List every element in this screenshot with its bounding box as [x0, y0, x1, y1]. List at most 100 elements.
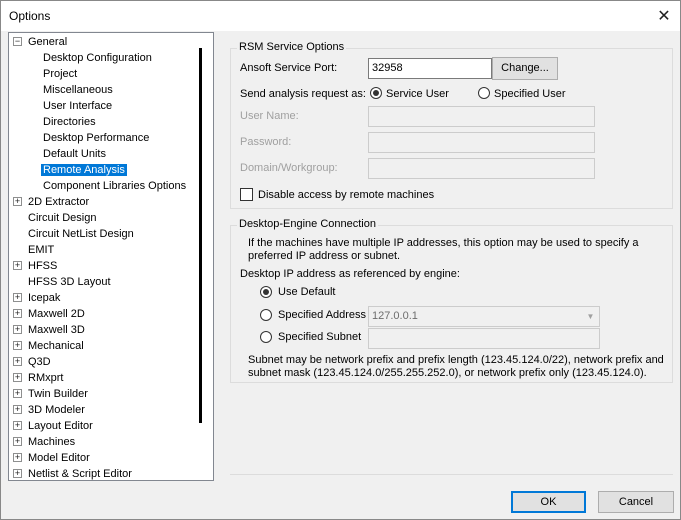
chevron-down-icon[interactable]: ▼ [582, 307, 599, 326]
tree-item-label: 3D Modeler [28, 404, 85, 416]
title-bar: Options ✕ [1, 1, 680, 31]
tree-item-label: Miscellaneous [43, 84, 113, 96]
options-tree[interactable]: + Netlist & Script Editor + Model Editor + Ma… [8, 32, 214, 481]
rsm-group-title: RSM Service Options [237, 41, 347, 53]
cancel-button[interactable]: Cancel [598, 491, 674, 513]
service-port-field[interactable]: 32958 [368, 58, 492, 79]
tree-item-label: Circuit NetList Design [28, 228, 134, 240]
tree-item[interactable]: + Netlist & Script Editor [13, 466, 134, 480]
service-user-radio[interactable] [370, 87, 382, 99]
specified-subnet-radio[interactable] [260, 331, 272, 343]
tree-item[interactable]: Circuit Design [26, 210, 98, 226]
tree-item[interactable]: +2D Extractor [13, 194, 91, 210]
password-field[interactable] [368, 132, 595, 153]
tree-item-label: Mechanical [28, 340, 84, 352]
tree-item-label: Netlist & Script Editor [28, 468, 132, 480]
specified-address-combo[interactable]: 127.0.0.1 ▼ [368, 306, 600, 327]
tree-item[interactable]: + Machines [13, 434, 77, 450]
expand-icon[interactable]: + [13, 261, 22, 270]
ip-address-label: Desktop IP address as referenced by engi… [240, 268, 460, 280]
user-name-field[interactable] [368, 106, 595, 127]
tree-scrollbar[interactable] [196, 33, 213, 480]
tree-item[interactable]: − General [13, 34, 69, 50]
specified-address-label[interactable]: Specified Address [278, 309, 366, 321]
tree-item-label: Desktop Configuration [43, 52, 152, 64]
window-title: Options [9, 9, 51, 23]
tree-item[interactable]: + Mechanical [13, 338, 86, 354]
specified-user-label[interactable]: Specified User [494, 88, 566, 100]
expand-icon[interactable]: + [13, 197, 22, 206]
specified-user-radio[interactable] [478, 87, 490, 99]
change-button[interactable]: Change... [492, 57, 558, 80]
close-icon: ✕ [657, 8, 671, 25]
tree-item-label: Default Units [43, 148, 106, 160]
expand-icon[interactable]: + [13, 421, 22, 430]
tree-item[interactable]: + Model Editor [13, 450, 92, 466]
disable-remote-label[interactable]: Disable access by remote machines [258, 189, 434, 201]
tree-item-label: Twin Builder [28, 388, 88, 400]
ok-button[interactable]: OK [511, 491, 586, 513]
expand-icon[interactable]: + [13, 405, 22, 414]
tree-item[interactable]: HFSS 3D Layout [26, 274, 113, 290]
tree-item[interactable]: EMIT [26, 242, 56, 258]
expand-icon[interactable]: + [13, 469, 22, 478]
send-request-label: Send analysis request as: [240, 88, 366, 100]
tree-scrollbar-thumb[interactable] [199, 48, 202, 423]
tree-item[interactable]: + RMxprt [13, 370, 65, 386]
tree-item[interactable]: Desktop Configuration [41, 50, 154, 66]
expand-icon[interactable]: + [13, 357, 22, 366]
tree-item-label: User Interface [43, 100, 113, 112]
password-label: Password: [240, 136, 292, 148]
tree-item[interactable]: Desktop Performance [41, 130, 151, 146]
tree-item-label: Machines [28, 436, 76, 448]
tree-item[interactable]: Default Units [41, 146, 108, 162]
tree-item-label: Remote Analysis [41, 164, 127, 176]
engine-info-line1: If the machines have multiple IP address… [248, 237, 639, 249]
tree-item-label: Layout Editor [28, 420, 93, 432]
disable-remote-checkbox[interactable] [240, 188, 253, 201]
tree-item[interactable]: Remote Analysis [41, 162, 127, 178]
tree-item-label: Q3D [28, 356, 51, 368]
tree-item[interactable]: + Maxwell 2D [13, 306, 87, 322]
specified-address-radio[interactable] [260, 309, 272, 321]
tree-item[interactable]: + Icepak [13, 290, 62, 306]
tree-item[interactable]: + Twin Builder [13, 386, 90, 402]
subnet-note-line2: subnet mask (123.45.124.0/255.255.252.0)… [248, 367, 647, 379]
expand-icon[interactable]: + [13, 325, 22, 334]
tree-item-label: Maxwell 2D [28, 308, 85, 320]
use-default-label[interactable]: Use Default [278, 286, 335, 298]
tree-item-label: Component Libraries Options [43, 180, 187, 192]
expand-icon[interactable]: + [13, 309, 22, 318]
tree-item[interactable]: + Layout Editor [13, 418, 95, 434]
tree-item[interactable]: Project [41, 66, 79, 82]
specified-address-value: 127.0.0.1 [372, 310, 418, 322]
tree-item[interactable]: + HFSS [13, 258, 59, 274]
expand-icon[interactable]: + [13, 341, 22, 350]
tree-item[interactable]: Miscellaneous [41, 82, 115, 98]
domain-field[interactable] [368, 158, 595, 179]
tree-item[interactable]: Circuit NetList Design [26, 226, 136, 242]
tree-item-label: General [28, 36, 68, 48]
tree-item[interactable]: + Q3D [13, 354, 53, 370]
close-button[interactable]: ✕ [648, 1, 680, 31]
tree-item[interactable]: +3D Modeler [13, 402, 87, 418]
footer-divider [230, 474, 673, 475]
tree-item[interactable]: Directories [41, 114, 98, 130]
expand-icon[interactable]: + [13, 453, 22, 462]
tree-item[interactable]: User Interface [41, 98, 114, 114]
tree-item-label: Circuit Design [28, 212, 97, 224]
specified-subnet-label[interactable]: Specified Subnet [278, 331, 361, 343]
use-default-radio[interactable] [260, 286, 272, 298]
expand-icon[interactable]: + [13, 293, 22, 302]
tree-item[interactable]: + Maxwell 3D [13, 322, 87, 338]
expand-icon[interactable]: + [13, 389, 22, 398]
tree-item-label: HFSS 3D Layout [28, 276, 111, 288]
tree-item[interactable]: Component Libraries Options [41, 178, 188, 194]
specified-subnet-field[interactable] [368, 328, 600, 349]
collapse-icon[interactable]: − [13, 37, 22, 46]
expand-icon[interactable]: + [13, 373, 22, 382]
service-user-label[interactable]: Service User [386, 88, 449, 100]
expand-icon[interactable]: + [13, 437, 22, 446]
tree-item-label: HFSS [28, 260, 58, 272]
tree-item-label: RMxprt [28, 372, 64, 384]
